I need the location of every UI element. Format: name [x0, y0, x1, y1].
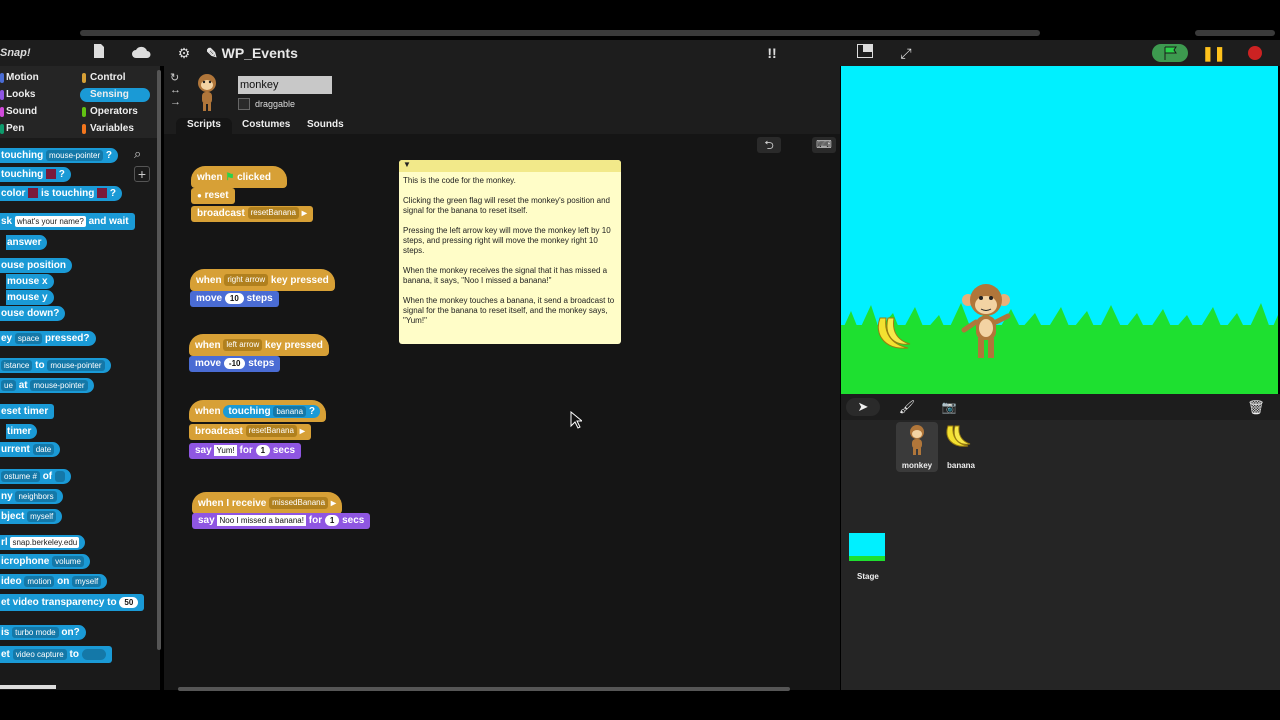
palette-reset-timer-block[interactable]: eset timer — [0, 404, 55, 419]
broadcast-block[interactable]: broadcast resetBanana ▸ — [191, 206, 313, 222]
camera-icon[interactable]: 📷 — [938, 398, 960, 416]
gear-icon[interactable]: ⚙ — [175, 44, 193, 62]
sprite-thumbnail-monkey — [192, 72, 222, 112]
pause-button[interactable]: ❚❚ — [1202, 44, 1225, 62]
palette-url-block[interactable]: rl snap.berkeley.edu — [0, 535, 86, 550]
palette-mouse-down-block[interactable]: ouse down? — [0, 306, 66, 321]
category-motion[interactable]: Motion — [0, 71, 76, 85]
corral-sprite-banana[interactable]: banana — [940, 422, 982, 472]
palette-key-pressed-block[interactable]: ey space pressed? — [0, 331, 96, 346]
category-pen[interactable]: Pen — [0, 122, 76, 136]
palette-set-flag-block[interactable]: et video capture to — [0, 646, 112, 663]
corral-sprite-label: banana — [946, 461, 975, 470]
palette-video-block[interactable]: ideo motion on myself — [0, 574, 108, 589]
draggable-checkbox[interactable] — [238, 98, 250, 110]
category-variables[interactable]: Variables — [80, 122, 160, 136]
broadcast-reset-block[interactable]: broadcast resetBanana ▸ — [189, 424, 311, 440]
category-control[interactable]: Control — [80, 71, 160, 85]
move-neg10-steps-block[interactable]: move -10 steps — [189, 356, 281, 372]
when-flag-clicked-block[interactable]: when ⚑ clicked — [191, 166, 287, 188]
palette-attribute-of-block[interactable]: ostume # of — [0, 469, 72, 484]
monkey-sprite[interactable] — [958, 280, 1014, 362]
banana-sprite[interactable] — [874, 314, 912, 354]
say-noo-block[interactable]: say Noo I missed a banana! for 1 secs — [192, 513, 371, 529]
palette-ask-block[interactable]: sk what's your name? and wait — [0, 213, 135, 230]
when-right-arrow-pressed-block[interactable]: when right arrow key pressed — [190, 269, 335, 291]
add-block-icon[interactable]: + — [134, 166, 150, 182]
when-left-arrow-pressed-block[interactable]: when left arrow key pressed — [189, 334, 329, 356]
palette-mouse-x-block[interactable]: mouse x — [6, 274, 54, 289]
scripts-scrollbar[interactable] — [178, 687, 790, 691]
mouse-cursor-icon — [570, 410, 584, 434]
snap-logo[interactable]: Snap! — [0, 42, 32, 64]
palette-resize-handle[interactable] — [0, 685, 56, 689]
paintbrush-icon[interactable]: 🖌 — [896, 398, 918, 416]
palette-color-touching-block[interactable]: color is touching ? — [0, 186, 123, 201]
search-icon[interactable]: ⌕ — [134, 146, 150, 162]
palette-current-date-block[interactable]: urrent date — [0, 442, 61, 457]
green-flag-button[interactable] — [1152, 44, 1188, 62]
fullscreen-icon[interactable]: ⤢ — [896, 44, 916, 62]
keyboard-icon[interactable]: ⌨ — [812, 137, 836, 153]
palette-mouse-y-block[interactable]: mouse y — [6, 290, 54, 305]
stage-thumbnail[interactable] — [849, 533, 885, 561]
tab-sounds[interactable]: Sounds — [307, 118, 344, 132]
category-looks[interactable]: Looks — [0, 88, 76, 102]
move-10-steps-block[interactable]: move 10 steps — [190, 291, 279, 307]
browser-tabstrip — [0, 0, 1280, 40]
tab-costumes[interactable]: Costumes — [242, 118, 290, 132]
script-comment[interactable]: ▼ This is the code for the monkey. Click… — [399, 160, 621, 344]
palette-answer-block[interactable]: answer — [6, 235, 48, 250]
cloud-icon[interactable] — [130, 44, 152, 62]
palette-set-video-transparency-block[interactable]: et video transparency to 50 — [0, 594, 145, 611]
palette-touching-block[interactable]: touching mouse-pointer ? — [0, 148, 119, 163]
bottom-strip — [0, 690, 1280, 720]
comment-collapse-arrow-icon[interactable]: ▼ — [399, 160, 621, 172]
category-sensing[interactable]: Sensing — [80, 88, 150, 102]
project-title: ✎ WP_Events — [206, 45, 298, 61]
palette-microphone-block[interactable]: icrophone volume — [0, 554, 90, 569]
stop-button[interactable] — [1248, 46, 1262, 60]
stage-label: Stage — [857, 572, 879, 581]
normal-stage-icon[interactable] — [855, 44, 875, 62]
single-stepping-icon[interactable]: !! — [762, 44, 782, 62]
palette-distance-block[interactable]: istance to mouse-pointer — [0, 358, 111, 373]
draggable-label: draggable — [255, 99, 296, 109]
sprite-name-field[interactable]: monkey — [238, 76, 332, 94]
palette-touching-color-block[interactable]: touching ? — [0, 167, 71, 182]
comment-text: This is the code for the monkey. Clickin… — [403, 176, 615, 325]
palette-timer-block[interactable]: timer — [6, 424, 38, 439]
turtle-sprite-icon[interactable]: ➤ — [846, 398, 880, 416]
category-sound[interactable]: Sound — [0, 105, 76, 119]
palette-turbo-mode-block[interactable]: is turbo mode on? — [0, 625, 86, 640]
palette-scrollbar[interactable] — [157, 70, 161, 650]
file-icon[interactable] — [90, 44, 108, 62]
when-i-receive-block[interactable]: when I receive missedBanana ▸ — [192, 492, 342, 514]
rotation-style-icons[interactable]: ↻ ↔ → — [170, 72, 181, 108]
reset-block[interactable]: ● reset — [191, 188, 235, 204]
palette-object-block[interactable]: bject myself — [0, 509, 63, 524]
palette-ray-block[interactable]: ue at mouse-pointer — [0, 378, 94, 393]
undo-icon[interactable]: ⮌ — [757, 137, 781, 153]
tab-scripts[interactable]: Scripts — [176, 118, 232, 134]
when-touching-banana-block[interactable]: when touching banana ? — [189, 400, 326, 422]
palette-mouse-position-block[interactable]: ouse position — [0, 258, 72, 273]
trash-icon[interactable]: 🗑 — [1245, 398, 1267, 416]
corral-sprite-label: monkey — [901, 461, 933, 470]
corral-sprite-monkey[interactable]: monkey — [896, 422, 938, 472]
say-yum-block[interactable]: say Yum! for 1 secs — [189, 443, 302, 459]
palette-my-neighbors-block[interactable]: ny neighbors — [0, 489, 63, 504]
category-operators[interactable]: Operators — [80, 105, 160, 119]
